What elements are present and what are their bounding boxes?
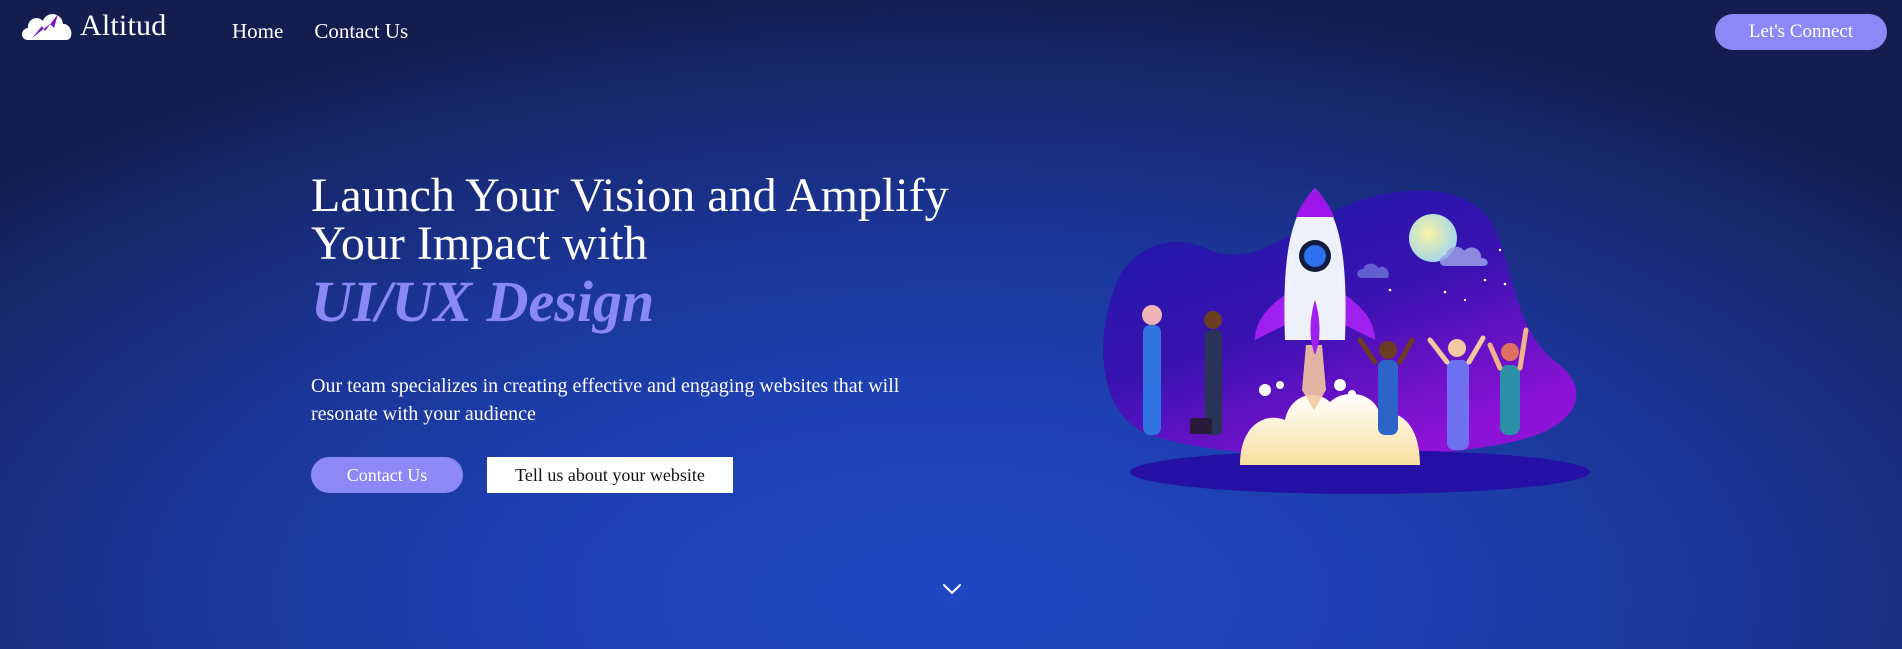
tell-us-about-website-button[interactable]: Tell us about your website: [487, 457, 733, 493]
nav-contact-link[interactable]: Contact Us: [314, 19, 408, 44]
hero-section: Launch Your Vision and Amplify Your Impa…: [311, 172, 1011, 428]
contact-us-button[interactable]: Contact Us: [311, 457, 463, 493]
brand-name: Altitud: [80, 9, 167, 42]
hero-title-line-1: Launch Your Vision and Amplify: [311, 169, 949, 222]
cloud-logo-icon: [22, 14, 72, 40]
brand-logo[interactable]: Altitud: [18, 4, 166, 48]
hero-description: Our team specializes in creating effecti…: [311, 375, 900, 425]
hero-title-accent: UI/UX Design: [311, 269, 655, 334]
top-navigation-bar: Altitud Home Contact Us Let's Connect: [0, 0, 1902, 64]
hero-actions: Contact Us Tell us about your website: [311, 457, 733, 493]
main-nav: Home Contact Us: [232, 19, 408, 44]
chevron-down-icon[interactable]: [942, 582, 962, 596]
rocket-launch-illustration: [1103, 188, 1590, 494]
hero-title-line-2: Your Impact with: [311, 217, 648, 270]
lets-connect-button[interactable]: Let's Connect: [1715, 14, 1887, 50]
hero-title: Launch Your Vision and Amplify Your Impa…: [311, 172, 1011, 268]
nav-home-link[interactable]: Home: [232, 19, 283, 44]
